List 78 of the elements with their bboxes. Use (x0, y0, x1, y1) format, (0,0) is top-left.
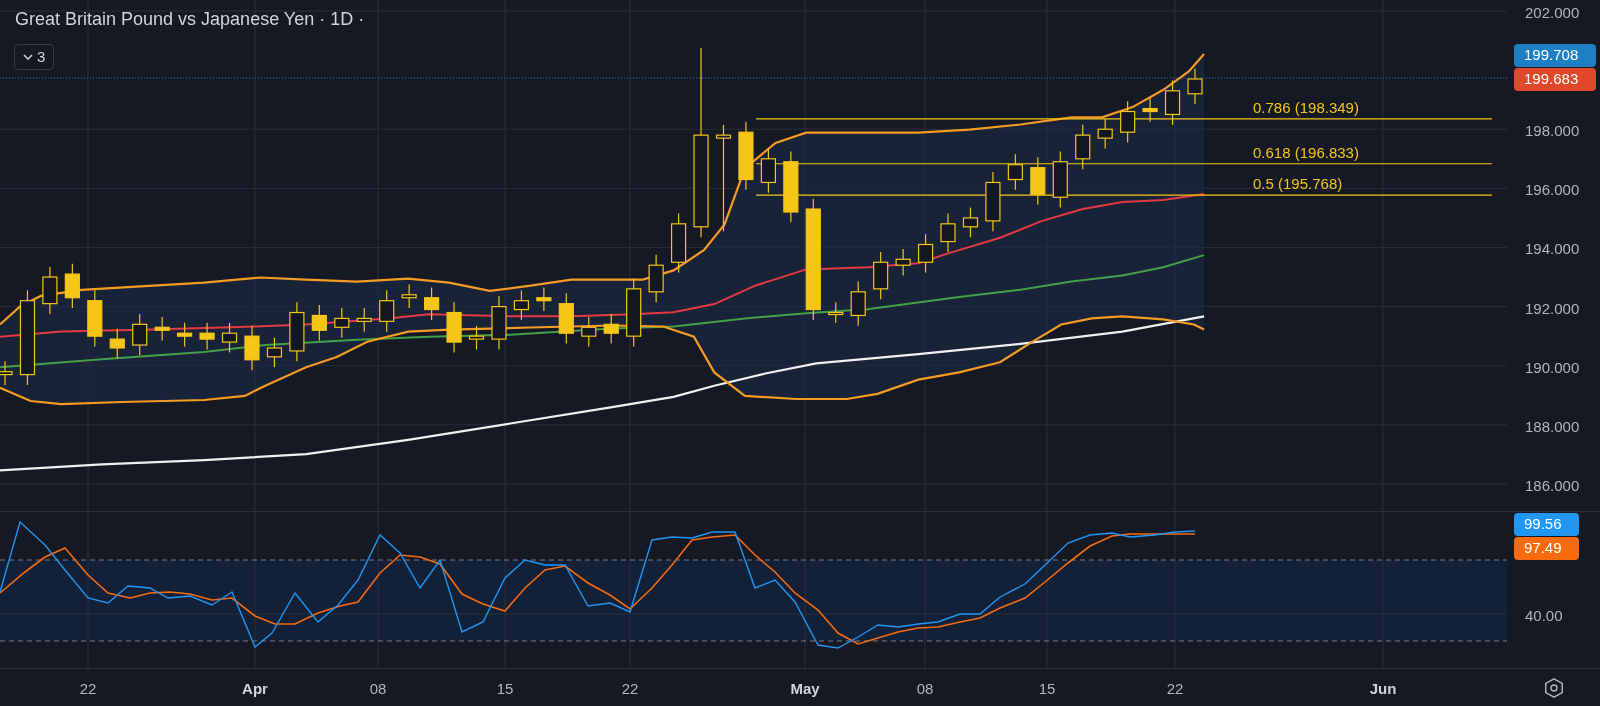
time-axis-label: Apr (242, 679, 268, 699)
candlestick (895, 248, 911, 277)
candlestick (738, 121, 754, 191)
chart-title: Great Britain Pound vs Japanese Yen · 1D · (15, 8, 365, 31)
oscillator-badge: 97.49 (1514, 537, 1579, 560)
candlestick (850, 280, 866, 327)
time-axis-label: 15 (496, 679, 514, 699)
price-axis-label: 188.000 (1525, 416, 1580, 437)
price-axis-label: 196.000 (1525, 180, 1580, 201)
candlestick (311, 304, 327, 342)
candlestick (1030, 156, 1046, 206)
fibonacci-level-label: 0.5 (195.768) (1253, 174, 1343, 195)
fibonacci-level-label: 0.786 (198.349) (1253, 97, 1359, 118)
price-axis-label: 202.000 (1525, 3, 1580, 23)
price-axis-label: 190.000 (1525, 357, 1580, 378)
candlestick (424, 286, 440, 321)
candlestick (244, 325, 260, 371)
candlestick (334, 307, 350, 339)
candlestick (873, 251, 889, 300)
candlestick (266, 337, 283, 368)
candlestick (648, 254, 664, 303)
candlestick (917, 233, 934, 274)
candlestick (109, 328, 125, 359)
price-axis-label: 194.000 (1525, 239, 1580, 260)
candlestick (581, 316, 597, 348)
price-axis-label: 198.000 (1525, 121, 1580, 142)
candlestick (1142, 97, 1158, 123)
candlestick (513, 289, 529, 321)
candlestick (401, 283, 417, 309)
price-axis-label: 186.000 (1525, 475, 1580, 496)
candlestick (828, 301, 844, 324)
candlestick (289, 301, 305, 362)
candlestick (132, 313, 148, 356)
time-axis-label: 08 (369, 679, 387, 699)
candlestick (177, 322, 193, 348)
time-axis-label: 08 (916, 679, 934, 699)
time-axis-label: 22 (621, 679, 639, 699)
candlestick (760, 147, 776, 194)
candlestick (558, 292, 574, 345)
candlestick (379, 289, 395, 333)
candlestick (154, 316, 170, 342)
fibonacci-level-label: 0.618 (196.833) (1253, 142, 1359, 163)
candlestick (64, 263, 80, 309)
candlestick (671, 212, 687, 274)
price-axis-label: 192.000 (1525, 298, 1580, 319)
candlestick (446, 301, 462, 354)
candlestick (1052, 150, 1068, 209)
candlestick (985, 171, 1001, 232)
settings-icon[interactable] (1542, 676, 1565, 699)
price-badge: 199.708 (1514, 44, 1596, 67)
candlestick (199, 322, 215, 351)
oscillator-axis-label: 40.00 (1525, 606, 1563, 626)
candlestick (87, 289, 103, 348)
candlestick (1007, 153, 1023, 191)
candlestick (603, 313, 619, 345)
candlestick (962, 206, 979, 238)
candlestick (626, 277, 642, 348)
candlestick (1187, 68, 1203, 105)
time-axis-label: May (790, 679, 820, 699)
candlestick (491, 295, 507, 351)
price-badge: 199.683 (1514, 68, 1596, 91)
chevron-down-icon (23, 54, 33, 60)
candlestick (1097, 118, 1113, 150)
time-axis-label: 22 (79, 679, 97, 699)
candlestick (42, 266, 58, 315)
candlestick (356, 307, 372, 333)
candlestick (221, 322, 238, 354)
time-axis-label: 22 (1166, 679, 1184, 699)
time-axis-label: 15 (1038, 679, 1056, 699)
candlestick (1120, 100, 1136, 144)
legend-toggle-button[interactable]: 3 (14, 44, 55, 70)
candlestick (1164, 79, 1181, 126)
candlestick (536, 286, 552, 312)
oscillator-badge: 99.56 (1514, 513, 1579, 536)
candlestick (1075, 124, 1091, 170)
candlestick (468, 325, 485, 351)
time-axis-label: Jun (1369, 679, 1397, 699)
candlestick (940, 212, 956, 253)
